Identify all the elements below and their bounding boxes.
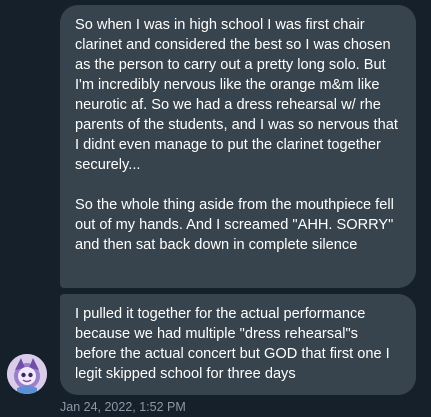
avatar[interactable] bbox=[7, 354, 47, 394]
message-bubble[interactable]: I pulled it together for the actual perf… bbox=[60, 294, 416, 395]
user-avatar-icon bbox=[7, 354, 47, 394]
message-bubble[interactable]: So when I was in high school I was first… bbox=[60, 5, 416, 288]
message-conversation: So when I was in high school I was first… bbox=[0, 0, 431, 417]
message-timestamp: Jan 24, 2022, 1:52 PM bbox=[60, 400, 186, 414]
